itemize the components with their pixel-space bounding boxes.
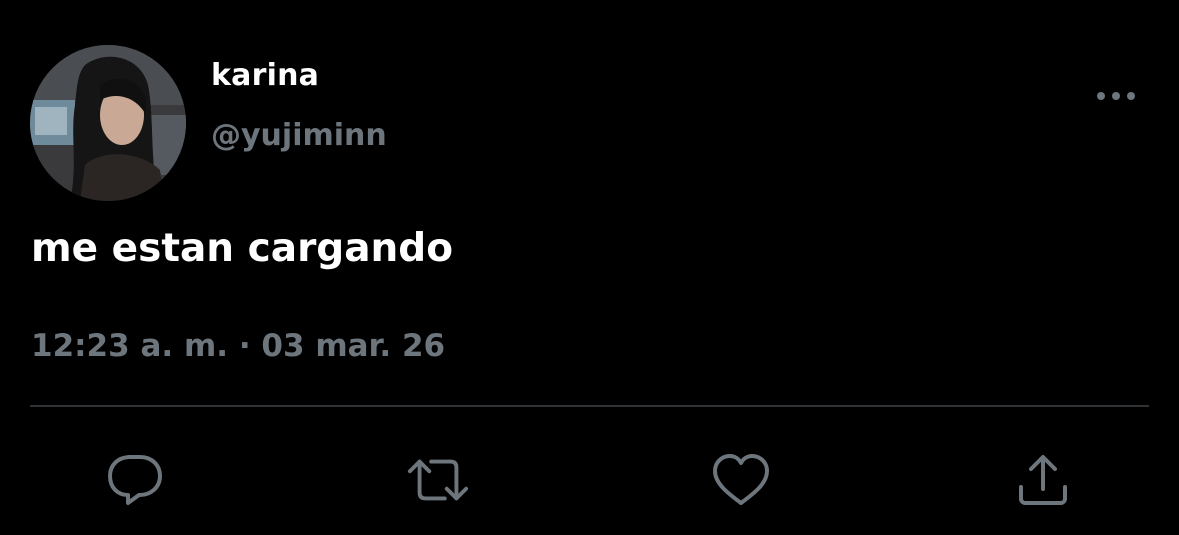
share-button[interactable] xyxy=(1011,448,1075,512)
display-name[interactable]: karina xyxy=(211,58,319,93)
more-options-button[interactable] xyxy=(1092,80,1140,112)
reply-button[interactable] xyxy=(103,448,167,512)
avatar[interactable] xyxy=(30,45,186,201)
tweet-card: karina @yujiminn me estan cargando 12:23… xyxy=(0,0,1179,535)
retweet-icon xyxy=(407,459,469,501)
more-horizontal-icon xyxy=(1097,92,1135,100)
user-handle[interactable]: @yujiminn xyxy=(211,118,387,153)
reply-icon xyxy=(108,455,162,505)
retweet-button[interactable] xyxy=(406,448,470,512)
like-button[interactable] xyxy=(709,448,773,512)
avatar-photo xyxy=(30,45,186,201)
share-icon xyxy=(1019,455,1067,505)
tweet-text: me estan cargando xyxy=(31,226,454,271)
tweet-timestamp[interactable]: 12:23 a. m. · 03 mar. 26 xyxy=(31,328,445,364)
heart-icon xyxy=(713,454,769,505)
divider xyxy=(30,405,1149,407)
